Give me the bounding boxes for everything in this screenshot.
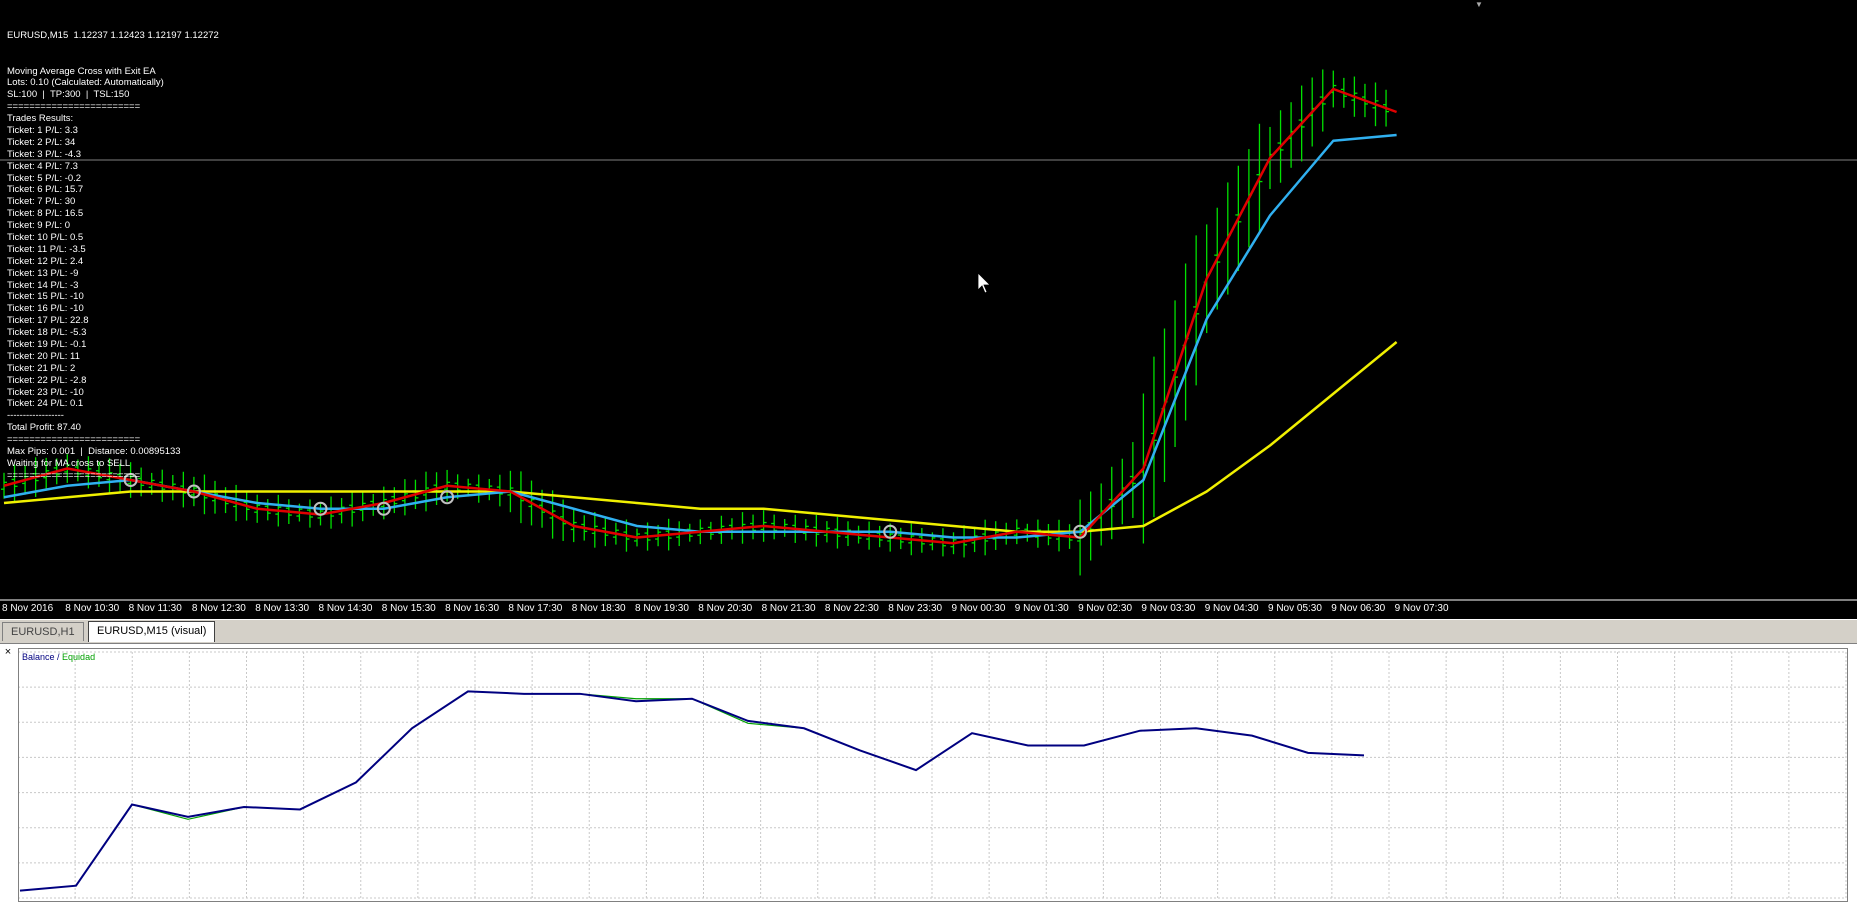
- time-axis-label: 9 Nov 05:30: [1268, 603, 1322, 614]
- time-axis-label: 8 Nov 11:30: [128, 603, 182, 614]
- time-axis-label: 8 Nov 16:30: [445, 603, 500, 614]
- ea-result-line: Ticket: 9 P/L: 0: [7, 220, 71, 232]
- time-axis-label: 9 Nov 04:30: [1204, 603, 1259, 614]
- time-axis-label: 8 Nov 10:30: [65, 603, 120, 614]
- ea-result-line: Lots: 0.10 (Calculated: Automatically): [7, 77, 164, 89]
- time-axis-label: 9 Nov 02:30: [1078, 603, 1133, 614]
- ea-result-line: Ticket: 19 P/L: -0.1: [7, 339, 87, 350]
- ea-result-line: Ticket: 17 P/L: 22.8: [7, 315, 89, 327]
- ea-result-line: Ticket: 10 P/L: 0.5: [7, 231, 84, 243]
- ea-result-line: Ticket: 4 P/L: 7.3: [7, 160, 78, 172]
- ea-result-line: Ticket: 5 P/L: -0.2: [7, 172, 82, 184]
- ea-result-line: Ticket: 1 P/L: 3.3: [7, 124, 78, 136]
- balance-graph-canvas: [18, 648, 1848, 902]
- chart-tab-strip: EURUSD,H1 EURUSD,M15 (visual): [0, 619, 1857, 642]
- ea-result-line: ========================: [7, 101, 141, 113]
- time-axis-label: 8 Nov 12:30: [191, 603, 246, 614]
- ea-result-lines: Moving Average Cross with Exit EA Lots: 0…: [7, 66, 219, 482]
- chart-shift-marker-icon[interactable]: ▼: [1475, 0, 1483, 9]
- time-axis-label: 9 Nov 00:30: [951, 603, 1006, 614]
- legend-equity: Equidad: [62, 652, 96, 662]
- ea-result-line: Ticket: 8 P/L: 16.5: [7, 208, 84, 220]
- ea-result-line: Ticket: 13 P/L: -9: [7, 267, 79, 279]
- time-axis-label: 8 Nov 2016: [2, 603, 54, 614]
- ea-result-line: Ticket: 22 P/L: -2.8: [7, 374, 87, 386]
- ea-result-line: Ticket: 3 P/L: -4.3: [7, 148, 82, 160]
- ea-result-line: Ticket: 23 P/L: -10: [7, 386, 84, 398]
- time-axis-label: 8 Nov 18:30: [571, 603, 626, 614]
- ea-result-line: Ticket: 18 P/L: -5.3: [7, 327, 87, 339]
- ea-result-line: Ticket: 16 P/L: -10: [7, 303, 84, 315]
- time-axis-label: 9 Nov 01:30: [1014, 603, 1069, 614]
- ea-result-line: ========================: [7, 434, 141, 446]
- time-axis: 8 Nov 2016 8 Nov 10:30 8 Nov 11:30 8 Nov 12…: [0, 600, 1857, 618]
- ea-result-line: Total Profit: 87.40: [7, 422, 81, 434]
- time-axis-label: 8 Nov 22:30: [824, 603, 879, 614]
- equity-line: [19, 690, 1365, 892]
- ea-result-line: Ticket: 6 P/L: 15.7: [7, 184, 84, 196]
- tab-eurusd-m15-visual[interactable]: EURUSD,M15 (visual): [88, 621, 216, 642]
- legend-separator: /: [54, 652, 63, 662]
- ea-result-line: Ticket: 7 P/L: 30: [7, 196, 76, 208]
- time-axis-label: 8 Nov 14:30: [318, 603, 373, 614]
- ea-result-line: Ticket: 2 P/L: 34: [7, 136, 76, 148]
- graph-legend: Balance / Equidad: [22, 652, 95, 662]
- price-chart-canvas[interactable]: [0, 0, 1857, 619]
- graph-border: [18, 648, 1848, 902]
- ea-result-line: SL:100 | TP:300 | TSL:150: [7, 89, 130, 101]
- time-axis-label: 8 Nov 20:30: [698, 603, 753, 614]
- price-chart-panel[interactable]: EURUSD,M15 1.12237 1.12423 1.12197 1.122…: [0, 0, 1857, 619]
- ea-result-line: Ticket: 20 P/L: 11: [7, 350, 80, 362]
- time-axis-label: 8 Nov 15:30: [381, 603, 436, 614]
- ea-result-line: ------------------: [7, 410, 64, 422]
- time-axis-label: 8 Nov 13:30: [255, 603, 310, 614]
- ea-result-line: Ticket: 12 P/L: 2.4: [7, 255, 84, 267]
- balance-line: [19, 690, 1365, 892]
- time-axis-label: 8 Nov 19:30: [635, 603, 689, 614]
- ea-result-line: Ticket: 14 P/L: -3: [7, 279, 79, 291]
- time-axis-label: 8 Nov 21:30: [761, 603, 816, 614]
- ea-info-overlay: EURUSD,M15 1.12237 1.12423 1.12197 1.122…: [7, 6, 219, 506]
- ea-result-line: Ticket: 24 P/L: 0.1: [7, 398, 84, 410]
- ea-result-line: Waiting for MA cross to SELL: [7, 457, 131, 469]
- ea-result-line: Ticket: 21 P/L: 2: [7, 362, 76, 374]
- time-axis-label: 9 Nov 07:30: [1394, 603, 1449, 614]
- close-icon[interactable]: ×: [2, 646, 14, 658]
- time-axis-label: 8 Nov 17:30: [508, 603, 563, 614]
- ea-result-line: ========================: [7, 469, 141, 481]
- tester-graph-panel: × Balance / Equidad: [0, 643, 1857, 904]
- time-axis-label: 9 Nov 06:30: [1331, 603, 1386, 614]
- mouse-cursor-icon: [977, 272, 991, 294]
- tab-eurusd-h1[interactable]: EURUSD,H1: [2, 622, 84, 641]
- ea-result-line: Ticket: 15 P/L: -10: [7, 291, 84, 303]
- time-axis-label: 8 Nov 23:30: [888, 603, 943, 614]
- ea-result-line: Max Pips: 0.001 | Distance: 0.00895133: [7, 446, 181, 458]
- legend-balance: Balance: [22, 652, 55, 662]
- ea-result-line: Moving Average Cross with Exit EA: [7, 65, 156, 77]
- ea-result-line: Ticket: 11 P/L: -3.5: [7, 243, 86, 255]
- time-axis-label: 9 Nov 03:30: [1141, 603, 1196, 614]
- symbol-header: EURUSD,M15 1.12237 1.12423 1.12197 1.122…: [7, 29, 219, 41]
- ea-result-line: Trades Results:: [7, 113, 74, 125]
